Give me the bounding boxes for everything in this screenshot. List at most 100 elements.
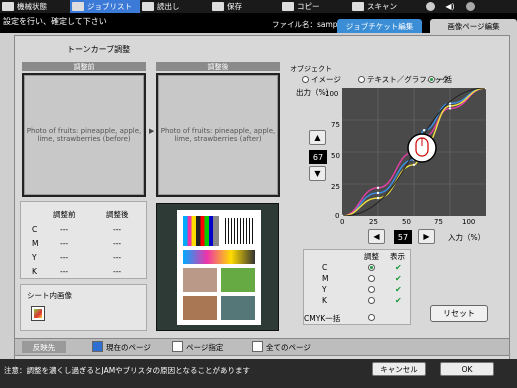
tab-image-page-edit[interactable]: 画像ページ編集	[430, 19, 517, 33]
top-menu-bar: 機械状態 ジョブリスト 読出し 保存 コピー スキャン ◀)	[0, 0, 517, 13]
object-label: オブジェクト	[290, 65, 332, 73]
curve-point	[412, 163, 416, 166]
status-icon	[425, 2, 435, 11]
menu-label: 保存	[227, 2, 242, 11]
tone-curve-graph[interactable]	[342, 88, 486, 216]
curve-point	[422, 129, 426, 132]
x-axis-label: 入力（%）	[448, 233, 486, 242]
menu-label: 読出し	[157, 2, 180, 11]
table-row-label: Y	[32, 253, 37, 262]
volume-button[interactable]: ◀)	[440, 0, 460, 13]
channel-label: M	[322, 274, 329, 283]
table-cell: ---	[60, 239, 69, 248]
cancel-button[interactable]: キャンセル	[372, 362, 426, 376]
table-cell: ---	[113, 239, 122, 248]
curve-point	[448, 104, 452, 108]
x-tick: 25	[369, 218, 378, 226]
object-option-image[interactable]: イメージ	[302, 74, 341, 85]
output-value: 67	[309, 150, 327, 164]
menu-label: コピー	[297, 2, 320, 11]
instruction-text: 設定を行い、確定して下さい	[3, 17, 107, 26]
menu-read[interactable]: 読出し	[140, 0, 210, 13]
output-up-button[interactable]: ▲	[309, 130, 326, 145]
curve-point	[484, 88, 486, 90]
line-pattern	[225, 218, 255, 244]
input-left-button[interactable]: ◀	[368, 229, 385, 244]
x-tick: 50	[402, 218, 411, 226]
y-tick: 0	[335, 212, 340, 220]
notice-text: 注意：調整を濃くし過ぎるとJAMやブリスタの原因となることがあります	[4, 366, 250, 375]
color-bar-chart	[183, 216, 219, 246]
input-right-button[interactable]: ▶	[418, 229, 435, 244]
after-image-placeholder: Photo of fruits: pineapple, apple, lime,…	[158, 75, 278, 195]
page-specify-label: ページ指定	[186, 343, 224, 352]
channel-label: C	[322, 263, 328, 272]
after-image: Photo of fruits: pineapple, apple, lime,…	[156, 73, 280, 197]
output-down-button[interactable]: ▼	[309, 166, 326, 181]
thumbnail-image	[34, 309, 42, 318]
page-preview	[156, 203, 279, 331]
channel-adjust-radio[interactable]	[368, 297, 375, 304]
arrow-right-icon: ▶	[423, 232, 430, 241]
option-label: 一括	[437, 75, 452, 84]
filename-label: ファイル名：	[272, 20, 317, 29]
table-cell: ---	[113, 267, 122, 276]
cmyk-all-radio[interactable]	[368, 314, 375, 321]
table-cell: ---	[60, 253, 69, 262]
table-row-label: M	[32, 239, 39, 248]
gradient-bars	[183, 250, 255, 264]
col-display-header: 表示	[390, 252, 405, 261]
channel-label: Y	[322, 285, 327, 294]
menu-copy[interactable]: コピー	[280, 0, 350, 13]
read-icon	[142, 2, 154, 11]
y-tick: 25	[331, 183, 340, 191]
radio-all	[428, 76, 435, 83]
channel-display-checkbox[interactable]: ✔	[395, 274, 402, 283]
channel-adjust-radio[interactable]	[368, 286, 375, 293]
menu-scan[interactable]: スキャン	[350, 0, 420, 13]
ok-button[interactable]: OK	[440, 362, 494, 376]
help-button[interactable]	[460, 0, 480, 13]
tab-job-ticket-edit[interactable]: ジョブチケット編集	[337, 19, 422, 33]
reset-button[interactable]: リセット	[430, 305, 488, 322]
object-option-all[interactable]: 一括	[428, 74, 452, 85]
x-tick: 0	[340, 218, 345, 226]
sheet-image-label: シート内画像	[27, 291, 72, 300]
curve-point	[448, 107, 452, 110]
arrow-right-icon: ▶	[149, 127, 155, 135]
curve-point	[376, 191, 380, 195]
menu-save[interactable]: 保存	[210, 0, 280, 13]
y-tick: 75	[331, 121, 340, 129]
cmyk-all-label: CMYK一括	[304, 314, 341, 323]
col-adjust-header: 調整	[364, 252, 379, 261]
table-header-after: 調整後	[106, 210, 129, 219]
y-tick: 50	[331, 152, 340, 160]
table-row-label: K	[32, 267, 37, 276]
table-cell: ---	[113, 253, 122, 262]
scan-icon	[352, 2, 364, 11]
page-specify-checkbox[interactable]	[172, 341, 183, 352]
all-pages-checkbox[interactable]	[252, 341, 263, 352]
x-tick: 100	[462, 218, 476, 226]
status-button[interactable]	[420, 0, 440, 13]
sheet-thumbnail[interactable]	[31, 306, 45, 321]
before-header: 調整前	[22, 62, 146, 71]
menu-label: ジョブリスト	[87, 2, 132, 11]
menu-machine-status[interactable]: 機械状態	[0, 0, 70, 13]
table-cell: ---	[60, 225, 69, 234]
channel-display-checkbox[interactable]: ✔	[395, 296, 402, 305]
channel-adjust-radio[interactable]	[368, 264, 375, 271]
sheet-image-area: シート内画像	[20, 284, 147, 331]
channel-adjust-radio[interactable]	[368, 275, 375, 282]
current-page-checkbox[interactable]	[92, 341, 103, 352]
menu-job-list[interactable]: ジョブリスト	[70, 0, 140, 13]
channel-display-checkbox[interactable]: ✔	[395, 263, 402, 272]
save-icon	[212, 2, 224, 11]
speaker-icon: ◀)	[445, 2, 455, 11]
channel-display-checkbox[interactable]: ✔	[395, 285, 402, 294]
sample-photo-3	[183, 296, 217, 320]
table-cell: ---	[60, 267, 69, 276]
curve-point	[342, 214, 344, 216]
curve-point	[376, 196, 380, 200]
after-header: 調整後	[156, 62, 280, 71]
